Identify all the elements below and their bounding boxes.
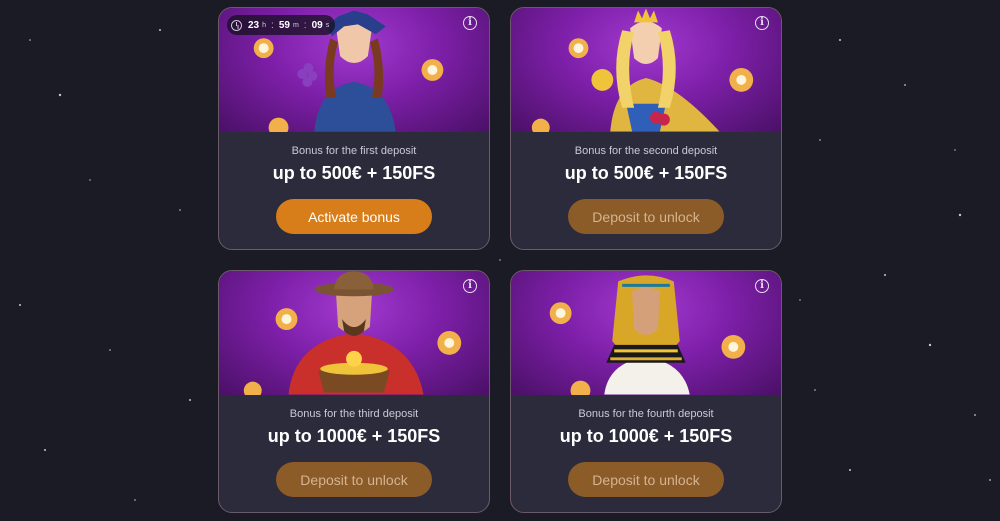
card-body: Bonus for the fourth deposit up to 1000€… — [511, 395, 781, 512]
queen-illustration — [531, 8, 754, 132]
cleopatra-illustration — [549, 275, 746, 395]
card-body: Bonus for the second deposit up to 500€ … — [511, 132, 781, 249]
timer-separator: : — [303, 19, 307, 31]
bonus-amount: up to 1000€ + 150FS — [267, 426, 441, 446]
timer-seconds: 09 — [311, 19, 323, 31]
timer-separator: : — [271, 19, 274, 31]
card-body: Bonus for the first deposit up to 500€ +… — [219, 132, 489, 249]
bonus-card-fourth-deposit: i Bonus for the fourth deposit up to 100… — [510, 270, 782, 513]
timer-hours-unit: h — [262, 21, 267, 29]
timer-minutes-unit: m — [292, 21, 299, 29]
timer-hours: 23 — [248, 19, 260, 31]
info-icon[interactable]: i — [755, 279, 769, 293]
info-icon[interactable]: i — [463, 279, 477, 293]
bonus-label: Bonus for the third deposit — [289, 408, 419, 420]
bonus-card-first-deposit: 23 h : 59 m : 09 s i Bonus for the first de… — [218, 7, 490, 250]
deposit-to-unlock-button[interactable]: Deposit to unlock — [568, 199, 724, 234]
bonus-amount: up to 500€ + 150FS — [564, 163, 728, 183]
bonus-card-second-deposit: i Bonus for the second deposit up to 500… — [510, 7, 782, 250]
info-icon[interactable]: i — [463, 16, 477, 30]
card-hero-image-explorer — [219, 271, 489, 395]
info-icon[interactable]: i — [755, 16, 769, 30]
bonus-label: Bonus for the second deposit — [574, 145, 718, 157]
bonus-card-third-deposit: i Bonus for the third deposit up to 1000… — [218, 270, 490, 513]
card-hero-image-cleopatra — [511, 271, 781, 395]
bonus-amount: up to 500€ + 150FS — [272, 163, 436, 183]
card-body: Bonus for the third deposit up to 1000€ … — [219, 395, 489, 512]
starfield-background — [19, 29, 991, 501]
deposit-to-unlock-button[interactable]: Deposit to unlock — [276, 462, 432, 497]
bonus-label: Bonus for the fourth deposit — [578, 408, 714, 420]
explorer-illustration — [243, 271, 462, 395]
timer-seconds-unit: s — [325, 21, 330, 29]
bonus-label: Bonus for the first deposit — [291, 145, 417, 157]
deposit-to-unlock-button[interactable]: Deposit to unlock — [568, 462, 724, 497]
timer-minutes: 59 — [278, 19, 290, 31]
card-hero-image-queen — [511, 8, 781, 132]
bonus-amount: up to 1000€ + 150FS — [559, 426, 733, 446]
activate-bonus-button[interactable]: Activate bonus — [276, 199, 432, 234]
countdown-timer: 23 h : 59 m : 09 s — [227, 15, 336, 35]
clock-icon — [231, 19, 242, 31]
